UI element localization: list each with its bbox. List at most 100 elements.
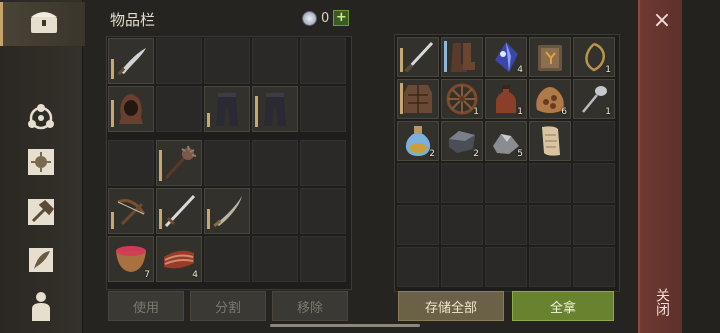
- storage-grid: 411161225: [397, 37, 615, 287]
- durability-bar: [159, 209, 162, 229]
- backpack-slot-empty[interactable]: [300, 188, 346, 234]
- backpack-slot-mace[interactable]: [156, 140, 202, 186]
- durability-bar: [255, 96, 258, 127]
- take-all-button[interactable]: 全拿: [512, 291, 614, 321]
- home-indicator: [270, 324, 420, 327]
- equip-slot-empty[interactable]: [252, 38, 298, 84]
- item-quantity: 1: [517, 107, 523, 117]
- sidebar-tab-sun-card[interactable]: [0, 142, 82, 186]
- equip-slot-empty[interactable]: [156, 86, 202, 132]
- item-quantity: 1: [605, 107, 611, 117]
- close-icon[interactable]: ×: [640, 6, 684, 36]
- durability-bar: [159, 150, 162, 181]
- sidebar-tab-feather-scroll[interactable]: [0, 240, 82, 284]
- storage-slot-spoon[interactable]: 1: [573, 79, 615, 119]
- equip-slot-pants[interactable]: [252, 86, 298, 132]
- storage-slot-armor[interactable]: [397, 79, 439, 119]
- sidebar-tab-molecule[interactable]: [0, 98, 82, 142]
- equip-slot-sword[interactable]: [108, 38, 154, 84]
- storage-slot-sack[interactable]: 6: [529, 79, 571, 119]
- use-button[interactable]: 使用: [108, 291, 184, 321]
- close-panel[interactable]: × 关闭: [638, 0, 684, 333]
- close-label[interactable]: 关闭: [640, 282, 684, 322]
- storage-slot-empty[interactable]: [441, 205, 483, 245]
- feather-scroll-icon: [24, 243, 58, 281]
- currency-count: 0: [321, 10, 330, 26]
- storage-slot-book[interactable]: [529, 37, 571, 77]
- storage-slot-empty[interactable]: [397, 247, 439, 287]
- item-quantity: 6: [561, 107, 567, 117]
- backpack-slot-crossbow[interactable]: [108, 188, 154, 234]
- storage-slot-empty[interactable]: [529, 247, 571, 287]
- sidebar-tab-chest[interactable]: [0, 2, 85, 46]
- storage-slot-blade[interactable]: [397, 37, 439, 77]
- backpack-slot-empty[interactable]: [204, 140, 250, 186]
- equip-slot-empty[interactable]: [300, 86, 346, 132]
- item-quantity: 1: [473, 107, 479, 117]
- storage-slot-boots[interactable]: [441, 37, 483, 77]
- storage-slot-empty[interactable]: [573, 163, 615, 203]
- storage-slot-empty[interactable]: [573, 247, 615, 287]
- currency-display: 0 +: [302, 10, 350, 26]
- storage-slot-empty[interactable]: [529, 205, 571, 245]
- durability-bar: [207, 113, 210, 127]
- storage-slot-rope[interactable]: 1: [573, 37, 615, 77]
- storage-slot-empty[interactable]: [397, 205, 439, 245]
- storage-slot-empty[interactable]: [485, 163, 527, 203]
- equip-slot-pants[interactable]: [204, 86, 250, 132]
- item-quantity: 5: [517, 149, 523, 159]
- storage-slot-ingot[interactable]: 2: [441, 121, 483, 161]
- item-quantity: 4: [517, 65, 523, 75]
- backpack-slot-empty[interactable]: [204, 236, 250, 282]
- sun-card-icon: [24, 145, 58, 183]
- storage-slot-empty[interactable]: [441, 163, 483, 203]
- chest-icon: [27, 5, 61, 43]
- backpack-slot-empty[interactable]: [252, 236, 298, 282]
- storage-slot-empty[interactable]: [485, 205, 527, 245]
- storage-slot-paper[interactable]: [529, 121, 571, 161]
- storage-slot-ore[interactable]: 5: [485, 121, 527, 161]
- right-edge: [682, 0, 720, 333]
- backpack-slot-empty[interactable]: [108, 140, 154, 186]
- equip-slot-empty[interactable]: [156, 38, 202, 84]
- storage-slot-potion[interactable]: 2: [397, 121, 439, 161]
- durability-bar: [111, 59, 114, 79]
- inventory-grid-backpack: 74: [108, 140, 346, 282]
- sidebar-tab-character[interactable]: [0, 286, 82, 330]
- storage-slot-bottle[interactable]: 1: [485, 79, 527, 119]
- character-icon: [24, 289, 58, 327]
- durability-bar: [400, 48, 403, 72]
- sidebar: [0, 0, 85, 333]
- top-bar: 物品栏 0 +: [82, 0, 638, 36]
- item-quantity: 4: [192, 270, 198, 280]
- item-quantity: 2: [429, 149, 435, 159]
- backpack-slot-saber[interactable]: [204, 188, 250, 234]
- remove-button[interactable]: 移除: [272, 291, 348, 321]
- storage-slot-crystal[interactable]: 4: [485, 37, 527, 77]
- store-all-button[interactable]: 存储全部: [398, 291, 504, 321]
- storage-slot-empty[interactable]: [529, 163, 571, 203]
- add-currency-button[interactable]: +: [333, 10, 350, 26]
- gem-icon: [302, 10, 317, 26]
- equip-slot-empty[interactable]: [204, 38, 250, 84]
- backpack-slot-longsword[interactable]: [156, 188, 202, 234]
- split-button[interactable]: 分割: [190, 291, 266, 321]
- backpack-slot-meat[interactable]: 4: [156, 236, 202, 282]
- item-quantity: 1: [605, 65, 611, 75]
- equip-slot-hood[interactable]: [108, 86, 154, 132]
- storage-slot-empty[interactable]: [441, 247, 483, 287]
- storage-slot-empty[interactable]: [485, 247, 527, 287]
- backpack-slot-empty[interactable]: [252, 140, 298, 186]
- storage-slot-empty[interactable]: [573, 121, 615, 161]
- durability-bar: [444, 41, 447, 72]
- sidebar-tab-hammer-map[interactable]: [0, 192, 82, 236]
- equip-slot-empty[interactable]: [300, 38, 346, 84]
- backpack-slot-empty[interactable]: [300, 236, 346, 282]
- molecule-icon: [24, 101, 58, 139]
- backpack-slot-empty[interactable]: [252, 188, 298, 234]
- backpack-slot-empty[interactable]: [300, 140, 346, 186]
- storage-slot-empty[interactable]: [397, 163, 439, 203]
- backpack-slot-bowl[interactable]: 7: [108, 236, 154, 282]
- storage-slot-wheel[interactable]: 1: [441, 79, 483, 119]
- storage-slot-empty[interactable]: [573, 205, 615, 245]
